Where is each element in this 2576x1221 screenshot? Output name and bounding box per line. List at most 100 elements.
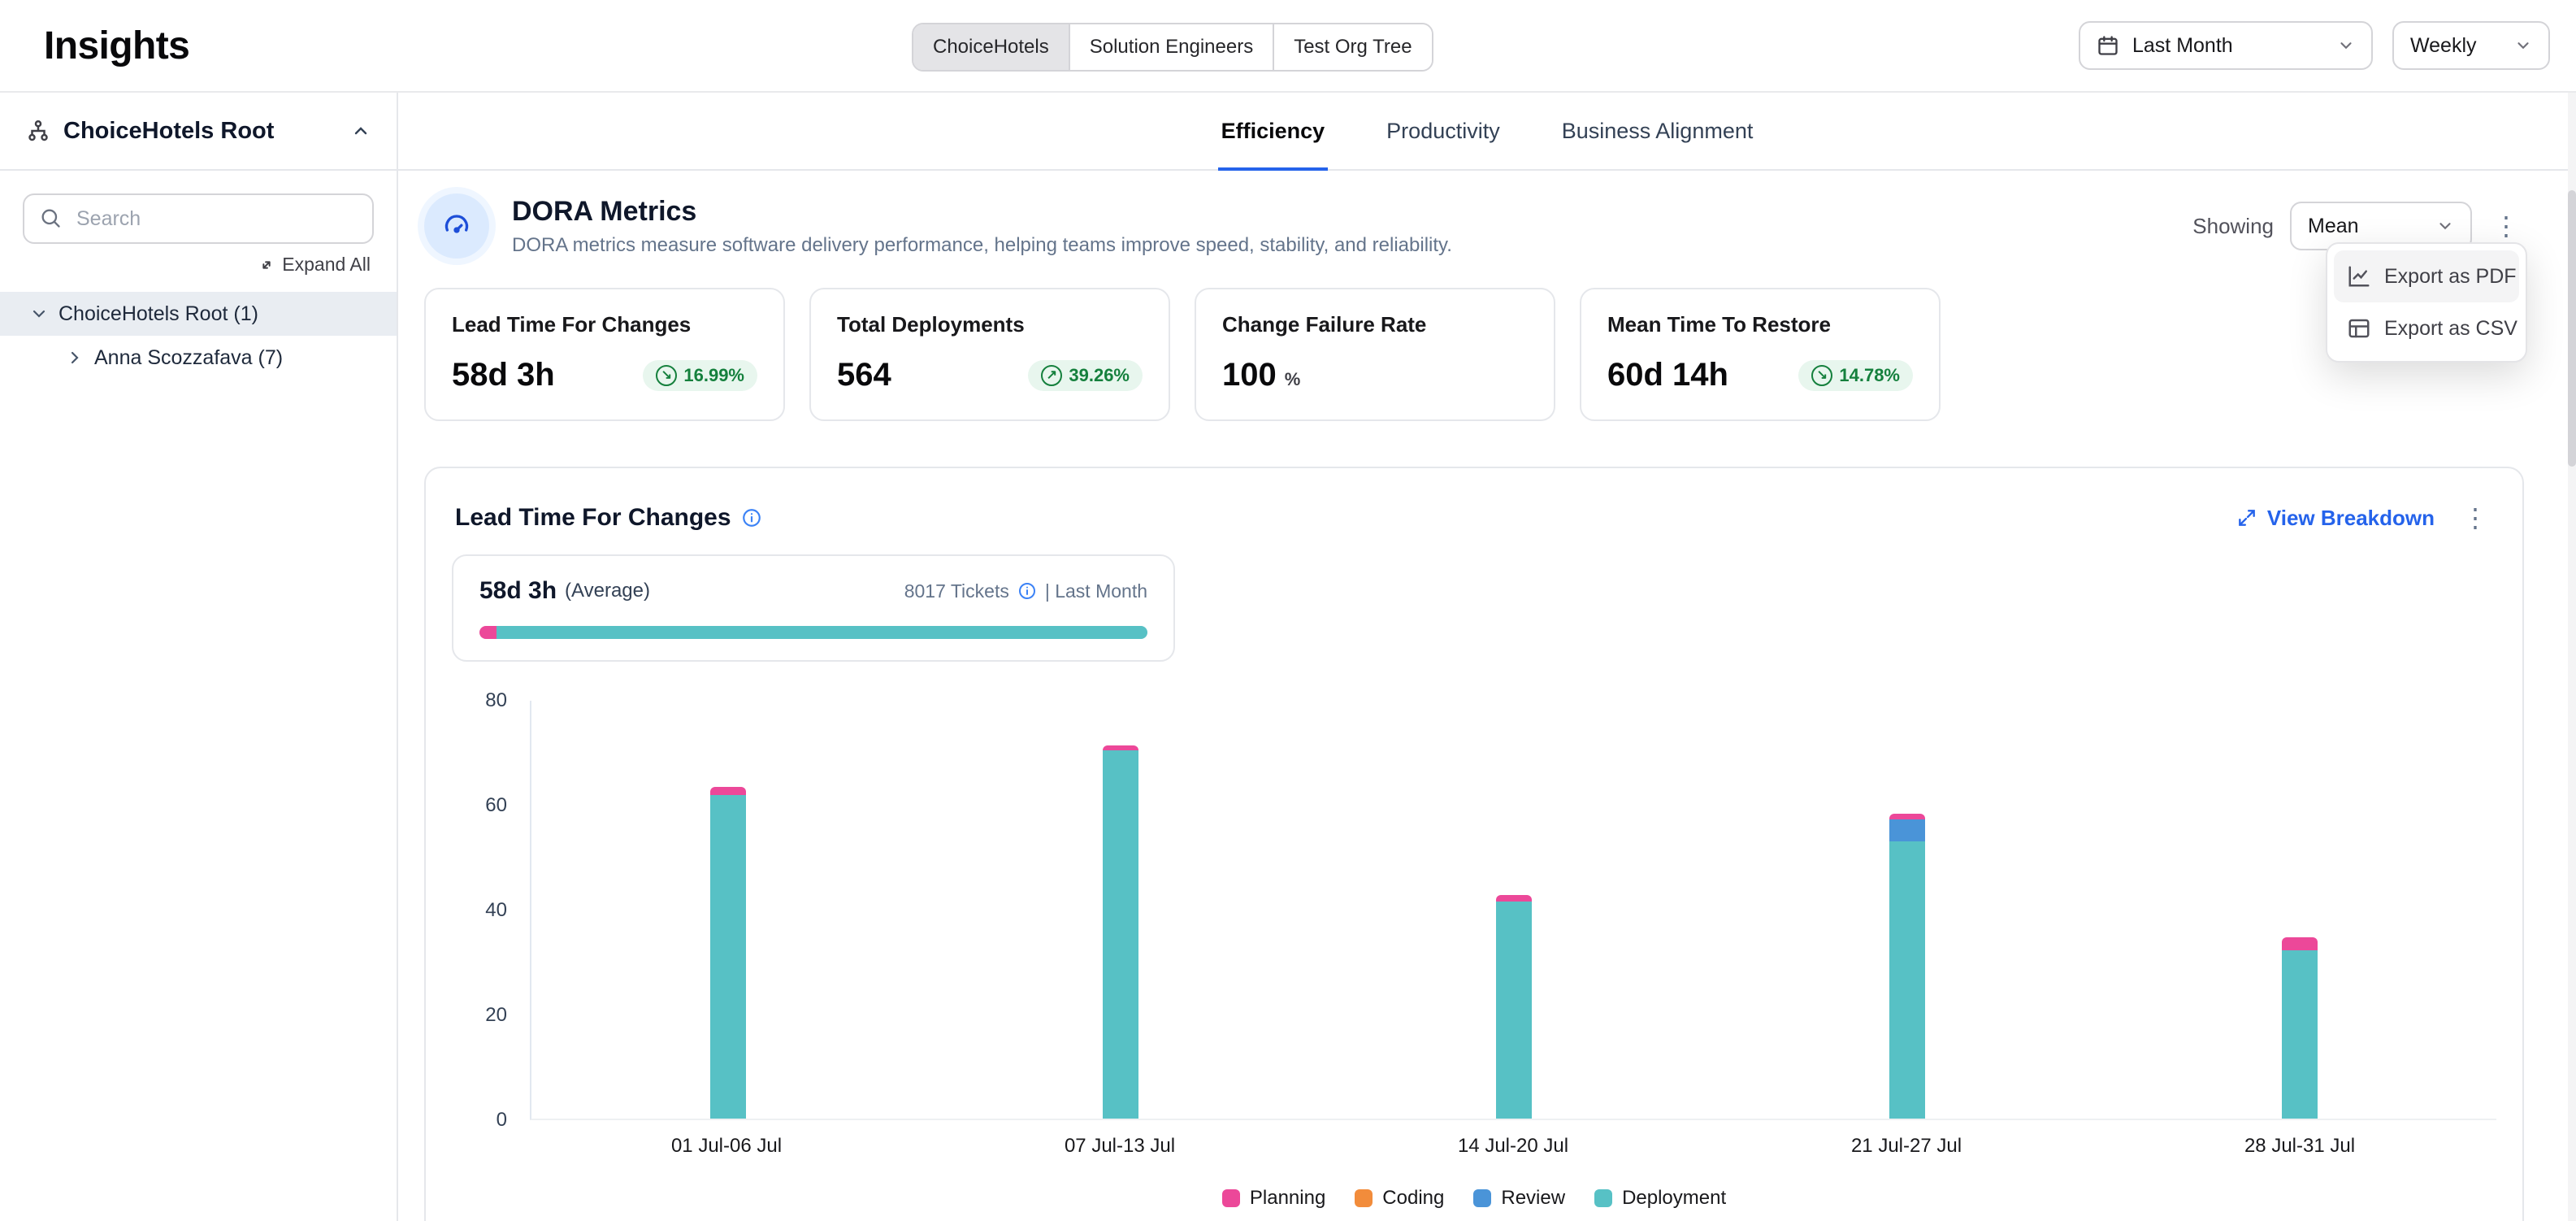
card-lead-time-for-changes[interactable]: Lead Time For Changes 58d 3h ↘ 16.99% <box>424 288 785 421</box>
org-toggle-group: ChoiceHotels Solution Engineers Test Org… <box>912 23 1433 72</box>
granularity-select-value: Weekly <box>2410 34 2477 58</box>
legend-item-coding[interactable]: Coding <box>1355 1187 1444 1210</box>
lead-time-chart-card: Lead Time For Changes View Breakdown ⋮ <box>424 467 2524 1221</box>
period-select-value: Last Month <box>2132 34 2233 58</box>
expand-icon <box>2236 507 2257 528</box>
page-layout: ChoiceHotels Root Expand All <box>0 93 2576 1221</box>
card-value: 60d 14h <box>1607 357 1728 393</box>
chart-xlabels: 01 Jul-06 Jul07 Jul-13 Jul14 Jul-20 Jul2… <box>530 1135 2496 1164</box>
chevron-up-icon[interactable] <box>351 121 371 141</box>
legend-label: Review <box>1501 1187 1565 1210</box>
legend-swatch <box>1473 1189 1491 1207</box>
card-total-deployments[interactable]: Total Deployments 564 ↗ 39.26% <box>809 288 1170 421</box>
gauge-icon <box>424 193 489 259</box>
bar-segment-deployment <box>2282 950 2318 1119</box>
legend-swatch <box>1594 1189 1612 1207</box>
bar-01-jul-06-jul[interactable] <box>710 701 746 1119</box>
org-tab-test-org-tree[interactable]: Test Org Tree <box>1274 24 1431 70</box>
trend-badge: ↗ 39.26% <box>1028 360 1143 391</box>
trend-badge: ↘ 16.99% <box>643 360 757 391</box>
y-tick-label: 80 <box>485 689 507 712</box>
scrollbar-track[interactable] <box>2568 93 2576 1221</box>
sidebar-root-label: ChoiceHotels Root <box>63 118 274 145</box>
bar-07-jul-13-jul[interactable] <box>1103 701 1138 1119</box>
legend-item-planning[interactable]: Planning <box>1222 1187 1325 1210</box>
org-tree-icon <box>26 119 50 143</box>
org-tab-choicehotels[interactable]: ChoiceHotels <box>913 24 1070 70</box>
tree-item-choicehotels-root[interactable]: ChoiceHotels Root (1) <box>0 292 397 336</box>
sidebar-header: ChoiceHotels Root <box>0 93 397 171</box>
sidebar-search <box>23 193 374 244</box>
chevron-down-icon <box>2436 217 2454 235</box>
org-tree: ChoiceHotels Root (1) Anna Scozzafava (7… <box>0 292 397 380</box>
card-value: 58d 3h <box>452 357 555 393</box>
x-axis-label: 28 Jul-31 Jul <box>2244 1135 2355 1158</box>
bar-28-jul-31-jul[interactable] <box>2282 701 2318 1119</box>
y-tick-label: 0 <box>497 1109 507 1132</box>
tree-item-label: Anna Scozzafava (7) <box>94 346 283 370</box>
legend-item-deployment[interactable]: Deployment <box>1594 1187 1726 1210</box>
bar-segment-deployment <box>1496 902 1532 1119</box>
legend-item-review[interactable]: Review <box>1473 1187 1565 1210</box>
info-icon[interactable] <box>741 507 762 528</box>
bar-21-jul-27-jul[interactable] <box>1889 701 1925 1119</box>
y-tick-label: 40 <box>485 899 507 922</box>
chevron-down-icon[interactable] <box>29 304 49 324</box>
export-csv-menu-item[interactable]: Export as CSV <box>2334 302 2519 354</box>
trend-delta: 14.78% <box>1839 365 1900 386</box>
card-title: Mean Time To Restore <box>1607 312 1913 337</box>
granularity-select[interactable]: Weekly <box>2392 21 2550 70</box>
period-label: | Last Month <box>1045 580 1147 602</box>
expand-diagonal-icon <box>258 256 275 274</box>
topbar: Insights ChoiceHotels Solution Engineers… <box>0 0 2576 93</box>
period-select[interactable]: Last Month <box>2079 21 2373 70</box>
view-breakdown-button[interactable]: View Breakdown <box>2236 506 2435 531</box>
aggregation-select-value: Mean <box>2308 215 2359 238</box>
kebab-menu-icon[interactable]: ⋮ <box>2457 505 2493 531</box>
export-pdf-menu-item[interactable]: Export as PDF <box>2334 250 2519 302</box>
card-value: 564 <box>837 357 891 393</box>
trend-badge: ↘ 14.78% <box>1798 360 1913 391</box>
x-axis-label: 14 Jul-20 Jul <box>1458 1135 1568 1158</box>
chart-plot <box>530 701 2496 1120</box>
tree-item-label: ChoiceHotels Root (1) <box>59 302 258 326</box>
progress-planning-segment <box>479 626 497 639</box>
trend-down-icon: ↘ <box>656 365 677 386</box>
card-mean-time-to-restore[interactable]: Mean Time To Restore 60d 14h ↘ 14.78% <box>1580 288 1941 421</box>
insights-app: Insights ChoiceHotels Solution Engineers… <box>0 0 2576 1221</box>
search-icon <box>39 206 62 229</box>
tab-business-alignment[interactable]: Business Alignment <box>1559 93 1757 169</box>
dora-text: DORA Metrics DORA metrics measure softwa… <box>512 196 1452 257</box>
legend-label: Coding <box>1382 1187 1444 1210</box>
chart-section-title: Lead Time For Changes <box>455 504 762 532</box>
tree-item-anna-scozzafava[interactable]: Anna Scozzafava (7) <box>0 336 397 380</box>
bar-14-jul-20-jul[interactable] <box>1496 701 1532 1119</box>
line-chart-icon <box>2347 264 2371 289</box>
tab-efficiency[interactable]: Efficiency <box>1218 93 1329 169</box>
bar-segment-planning <box>710 787 746 795</box>
org-tab-solution-engineers[interactable]: Solution Engineers <box>1070 24 1274 70</box>
bar-segment-planning <box>2282 937 2318 950</box>
search-input[interactable] <box>23 193 374 244</box>
card-change-failure-rate[interactable]: Change Failure Rate 100 % <box>1195 288 1555 421</box>
chevron-right-icon[interactable] <box>65 348 85 367</box>
chevron-down-icon <box>2337 37 2355 54</box>
card-title: Total Deployments <box>837 312 1143 337</box>
export-csv-label: Export as CSV <box>2384 317 2517 341</box>
topbar-controls: Last Month Weekly <box>2079 21 2550 70</box>
y-tick-label: 60 <box>485 794 507 817</box>
org-tree-sidebar: ChoiceHotels Root Expand All <box>0 93 398 1221</box>
bar-segment-deployment <box>1103 750 1138 1119</box>
scrollbar-thumb[interactable] <box>2568 190 2576 467</box>
average-summary-card: 58d 3h (Average) 8017 Tickets | Last Mon… <box>452 554 1175 662</box>
main-tabs: Efficiency Productivity Business Alignme… <box>398 93 2576 171</box>
info-icon[interactable] <box>1017 581 1037 601</box>
expand-all-button[interactable]: Expand All <box>26 254 371 276</box>
kebab-menu-icon[interactable]: ⋮ <box>2488 213 2524 239</box>
x-axis-label: 01 Jul-06 Jul <box>671 1135 782 1158</box>
x-axis-label: 21 Jul-27 Jul <box>1851 1135 1962 1158</box>
tab-productivity[interactable]: Productivity <box>1383 93 1503 169</box>
dora-title: DORA Metrics <box>512 196 1452 228</box>
card-title: Change Failure Rate <box>1222 312 1528 337</box>
bar-segment-review <box>1889 819 1925 842</box>
